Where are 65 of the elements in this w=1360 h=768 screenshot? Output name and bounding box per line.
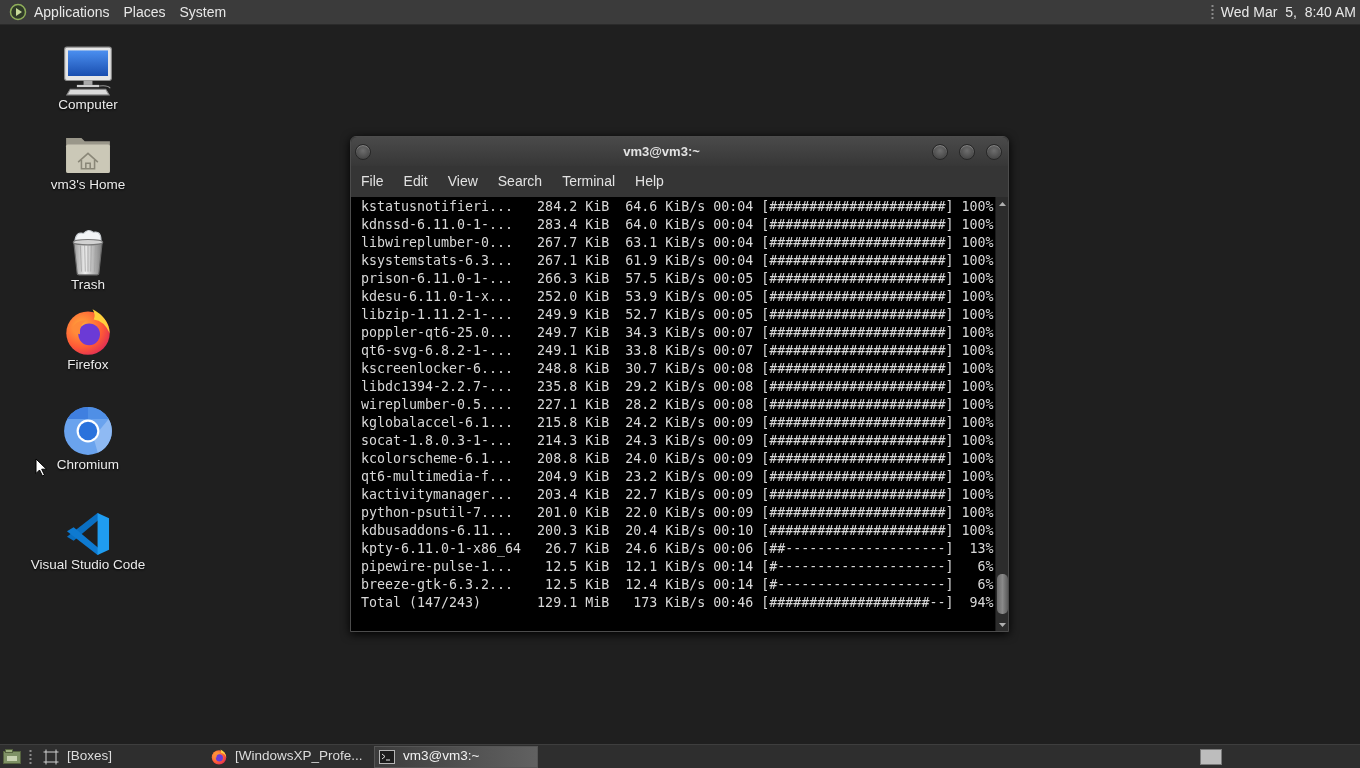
terminal-line: kdbusaddons-6.11... 200.3 KiB 20.4 KiB/s 00:10 [######################] 100% [361, 522, 994, 540]
taskbar-window-button[interactable]: [Boxes] [38, 745, 202, 768]
workspace-switcher[interactable] [1200, 748, 1222, 765]
terminal-line: kglobalaccel-6.1... 215.8 KiB 24.2 KiB/s 00:09 [######################] 100% [361, 414, 994, 432]
triangle-down-icon [998, 622, 1006, 627]
desktop-shortcut[interactable]: Computer [58, 48, 118, 113]
desktop-shortcut[interactable]: Trash [67, 228, 109, 293]
terminal-line: Total (147/243) 129.1 MiB 173 KiB/s 00:46 [####################--] 94% [361, 594, 994, 612]
desktop-shortcut[interactable]: Visual Studio Code [30, 508, 146, 573]
menu-item[interactable]: Search [487, 166, 553, 197]
terminal-line: poppler-qt6-25.0... 249.7 KiB 34.3 KiB/s 00:07 [######################] 100% [361, 324, 994, 342]
chromium-icon [63, 406, 113, 456]
terminal-line: breeze-gtk-6.3.2... 12.5 KiB 12.4 KiB/s 00:14 [#---------------------] 6% [361, 576, 994, 594]
menu-item[interactable]: Help [625, 166, 674, 197]
vscode-icon [66, 512, 110, 556]
taskbar-window-button[interactable]: [WindowsXP_Profe... [206, 745, 370, 768]
terminal-line: qt6-multimedia-f... 204.9 KiB 23.2 KiB/s 00:09 [######################] 100% [361, 468, 994, 486]
panel-menu[interactable]: Places [116, 0, 173, 24]
menu-item[interactable]: View [437, 166, 488, 197]
firefox-icon [64, 308, 112, 356]
terminal-line: kstatusnotifieri... 284.2 KiB 64.6 KiB/s 00:04 [######################] 100% [361, 198, 994, 216]
panel-menu[interactable]: Applications [27, 0, 117, 24]
monitor-icon [63, 46, 113, 96]
panel-menu[interactable]: System [172, 0, 234, 24]
terminal-line: kdnssd-6.11.0-1-... 283.4 KiB 64.0 KiB/s 00:04 [######################] 100% [361, 216, 994, 234]
show-desktop-button[interactable] [1, 746, 23, 767]
desk-icon [3, 749, 21, 764]
terminal-line: wireplumber-0.5.... 227.1 KiB 28.2 KiB/s 00:08 [######################] 100% [361, 396, 994, 414]
drag-handle-icon[interactable] [1210, 4, 1214, 20]
terminal-line: libzip-1.11.2-1-... 249.9 KiB 52.7 KiB/s 00:05 [######################] 100% [361, 306, 994, 324]
terminal-line: python-psutil-7.... 201.0 KiB 22.0 KiB/s 00:09 [######################] 100% [361, 504, 994, 522]
app-menu-icon[interactable] [9, 3, 27, 21]
menu-item[interactable]: Edit [393, 166, 438, 197]
frame-icon [43, 748, 59, 765]
terminal-line: kcolorscheme-6.1... 208.8 KiB 24.0 KiB/s 00:09 [######################] 100% [361, 450, 994, 468]
clock[interactable]: Wed Mar 5, 8:40 AM [1213, 1, 1360, 23]
window-menu-button[interactable] [355, 143, 371, 160]
triangle-up-icon [998, 201, 1006, 206]
maximize-button[interactable] [959, 143, 975, 160]
desktop-shortcut[interactable]: vm3's Home [50, 128, 126, 193]
menu-item[interactable]: File [351, 166, 394, 197]
terminal-line: kscreenlocker-6.... 248.8 KiB 30.7 KiB/s 00:08 [######################] 100% [361, 360, 994, 378]
scrollbar-thumb[interactable] [997, 574, 1008, 614]
terminal-line: pipewire-pulse-1... 12.5 KiB 12.1 KiB/s 00:14 [#---------------------] 6% [361, 558, 994, 576]
terminal-line: ksystemstats-6.3... 267.1 KiB 61.9 KiB/s 00:04 [######################] 100% [361, 252, 994, 270]
terminal-line: kpty-6.11.0-1-x86_64 26.7 KiB 24.6 KiB/s 00:06 [##--------------------] 13% [361, 540, 994, 558]
terminal-line: libwireplumber-0... 267.7 KiB 63.1 KiB/s 00:04 [######################] 100% [361, 234, 994, 252]
terminal-line: kactivitymanager... 203.4 KiB 22.7 KiB/s 00:09 [######################] 100% [361, 486, 994, 504]
window-title: vm3@vm3:~ [622, 142, 700, 161]
terminal-icon [379, 749, 395, 764]
terminal-line: libdc1394-2.2.7-... 235.8 KiB 29.2 KiB/s 00:08 [######################] 100% [361, 378, 994, 396]
close-button[interactable] [986, 143, 1002, 160]
desktop-shortcut[interactable]: Firefox [64, 308, 112, 373]
terminal-line: prison-6.11.0-1-... 266.3 KiB 57.5 KiB/s 00:05 [######################] 100% [361, 270, 994, 288]
desktop-shortcut[interactable]: Chromium [56, 408, 120, 473]
firefox-icon [211, 748, 227, 765]
terminal-line: socat-1.8.0.3-1-... 214.3 KiB 24.3 KiB/s 00:09 [######################] 100% [361, 432, 994, 450]
scrollbar[interactable] [995, 197, 1008, 631]
mouse-pointer-icon [35, 458, 48, 477]
minimize-button[interactable] [932, 143, 948, 160]
terminal-line: kdesu-6.11.0-1-x... 252.0 KiB 53.9 KiB/s 00:05 [######################] 100% [361, 288, 994, 306]
drag-handle-icon[interactable] [29, 748, 32, 765]
taskbar-window-button[interactable]: vm3@vm3:~ [374, 745, 538, 768]
menu-item[interactable]: Terminal [552, 166, 626, 197]
terminal-line: qt6-svg-6.8.2-1-... 249.1 KiB 33.8 KiB/s 00:07 [######################] 100% [361, 342, 994, 360]
